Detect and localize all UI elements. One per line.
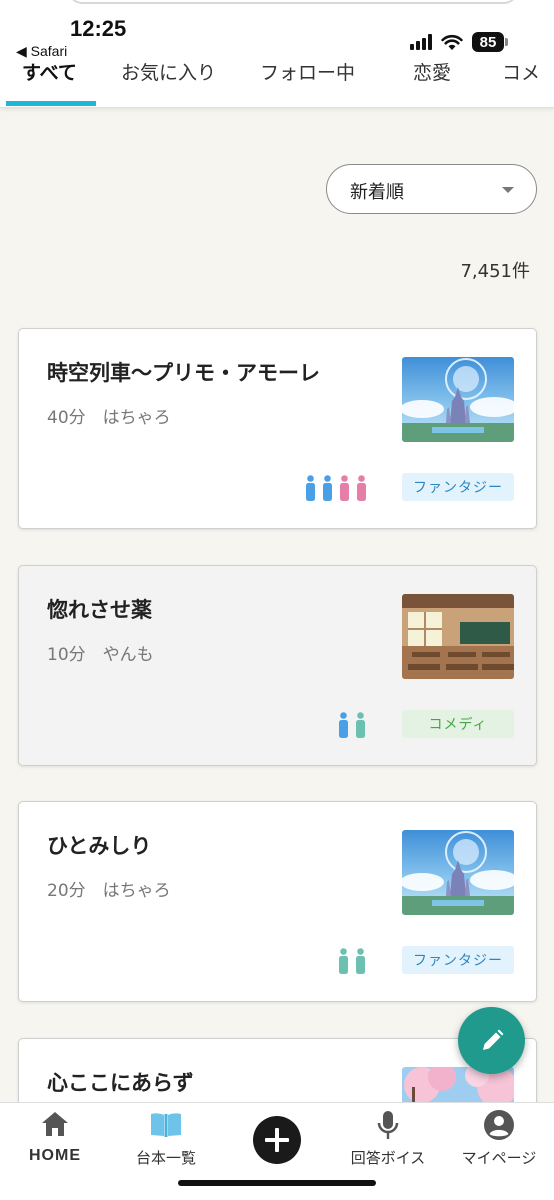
nav-answer-voice-label: 回答ボイス (350, 1149, 426, 1167)
nav-home[interactable]: HOME (0, 1103, 110, 1183)
script-meta: 20分 はちゃろ (47, 881, 171, 901)
wifi-icon (441, 34, 463, 50)
script-card[interactable]: 惚れさせ薬 10分 やんも コメディ (18, 565, 537, 766)
plus-circle-icon (253, 1116, 301, 1164)
cast-icons (304, 475, 368, 501)
genre-badge: ファンタジー (402, 946, 514, 974)
genre-badge: コメディ (402, 710, 514, 738)
script-meta: 40分 はちゃろ (47, 408, 171, 428)
nav-answer-voice[interactable]: 回答ボイス (333, 1103, 443, 1183)
genre-badge: ファンタジー (402, 473, 514, 501)
nav-create[interactable] (222, 1103, 332, 1183)
write-script-button[interactable] (458, 1007, 525, 1074)
script-title: 時空列車〜プリモ・アモーレ (47, 361, 320, 385)
script-meta: 10分 やんも (47, 645, 154, 665)
category-tabs: すべて お気に入り フォロー中 恋愛 コメ (0, 52, 554, 108)
battery-level: 85 (472, 32, 504, 52)
home-icon (42, 1112, 68, 1136)
tab-all[interactable]: すべて (22, 58, 77, 85)
any-gender-figure-icon (356, 712, 365, 738)
script-title: 惚れさせ薬 (47, 598, 152, 622)
top-sheet-edge (68, 0, 518, 4)
result-count: 7,451件 (460, 261, 530, 282)
cast-icons (337, 712, 367, 738)
sort-selected-label: 新着順 (350, 182, 404, 203)
cellular-signal-icon (410, 34, 432, 50)
any-gender-figure-icon (356, 948, 365, 974)
fantasy-castle-thumbnail (402, 830, 514, 915)
script-card[interactable]: ひとみしり 20分 はちゃろ ファンタジー (18, 801, 537, 1002)
tab-favorites[interactable]: お気に入り (121, 58, 216, 85)
caret-down-icon (502, 187, 514, 193)
header: 12:25 ◀ Safari 85 すべて お気に入り フォロー中 恋愛 コメ (0, 0, 554, 108)
status-icons: 85 (410, 30, 508, 54)
status-time: 12:25 (70, 16, 127, 41)
open-book-icon (151, 1113, 181, 1137)
female-figure-icon (357, 475, 366, 501)
pencil-icon (482, 1029, 503, 1050)
any-gender-figure-icon (339, 948, 348, 974)
female-figure-icon (340, 475, 349, 501)
script-title: 心ここにあらず (47, 1071, 194, 1095)
battery-icon: 85 (472, 32, 508, 52)
classroom-thumbnail (402, 594, 514, 679)
nav-script-list[interactable]: 台本一覧 (111, 1103, 221, 1183)
male-figure-icon (306, 475, 315, 501)
sort-select[interactable]: 新着順 (326, 164, 537, 214)
script-title: ひとみしり (47, 834, 152, 858)
account-circle-icon (484, 1110, 514, 1140)
microphone-icon (377, 1111, 399, 1139)
tab-comedy[interactable]: コメ (502, 58, 540, 85)
cast-icons (337, 948, 367, 974)
tab-following[interactable]: フォロー中 (260, 58, 355, 85)
home-indicator (178, 1180, 376, 1186)
nav-my-page-label: マイページ (461, 1149, 537, 1167)
nav-script-list-label: 台本一覧 (135, 1149, 196, 1167)
nav-my-page[interactable]: マイページ (444, 1103, 554, 1183)
nav-home-label: HOME (29, 1147, 81, 1164)
male-figure-icon (323, 475, 332, 501)
script-card[interactable]: 時空列車〜プリモ・アモーレ 40分 はちゃろ ファンタジー (18, 328, 537, 529)
tab-romance[interactable]: 恋愛 (413, 58, 451, 85)
active-tab-indicator (6, 101, 96, 106)
male-figure-icon (339, 712, 348, 738)
fantasy-castle-thumbnail (402, 357, 514, 442)
